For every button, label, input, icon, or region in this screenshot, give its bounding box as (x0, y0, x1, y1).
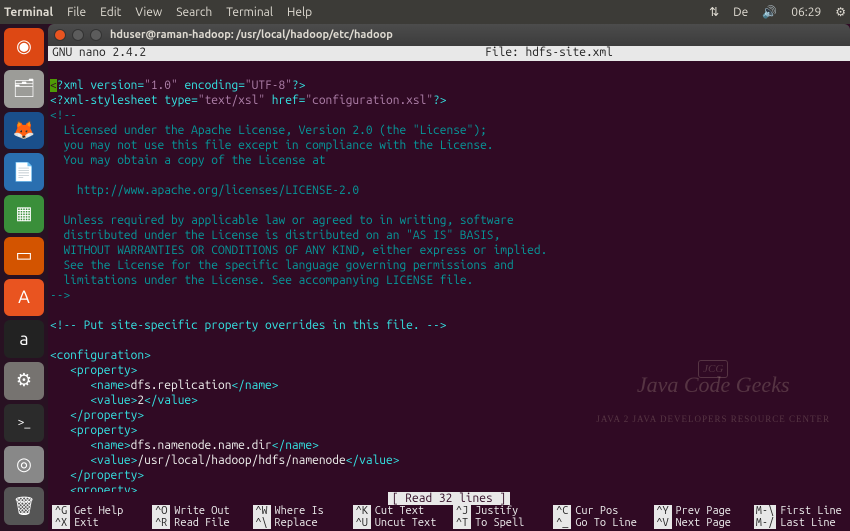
shortcut-key: M-\ (754, 505, 776, 517)
terminal-window: hduser@raman-hadoop: /usr/local/hadoop/e… (48, 24, 850, 531)
menu-terminal[interactable]: Terminal (4, 6, 53, 19)
keyboard-lang[interactable]: De (733, 6, 748, 19)
shortcut-key: ^G (52, 505, 70, 517)
shortcut-cell: ^C Cur Pos ^_ Go To Line (553, 505, 645, 529)
shortcut-label: Last Line (780, 517, 835, 529)
window-close-button[interactable] (54, 29, 66, 41)
shortcut-key: ^R (152, 517, 170, 529)
menu-terminal2[interactable]: Terminal (226, 6, 273, 19)
shortcut-label: Cut Text (375, 505, 424, 517)
shortcut-key: ^V (654, 517, 672, 529)
window-titlebar[interactable]: hduser@raman-hadoop: /usr/local/hadoop/e… (48, 24, 850, 46)
launcher-amazon[interactable]: a (4, 320, 44, 358)
shortcut-cell: ^G Get Help ^X Exit (52, 505, 144, 529)
menu-edit[interactable]: Edit (100, 6, 121, 19)
launcher-terminal[interactable]: >_ (4, 404, 44, 442)
shortcut-cell: ^W Where Is ^\ Replace (253, 505, 345, 529)
shortcut-cell: ^K Cut Text ^U Uncut Text (353, 505, 445, 529)
shortcut-key: ^O (152, 505, 170, 517)
unity-launcher: ◉ 🗂 🦊 📄 ▦ ▭ A a ⚙ >_ ◎ 🗑 (0, 24, 48, 531)
nano-shortcuts: ^G Get Help ^X Exit ^O Write Out ^R Read File ^W… (48, 505, 850, 531)
launcher-calc[interactable]: ▦ (4, 195, 44, 233)
nano-filename: File: hdfs-site.xml (252, 46, 846, 61)
menu-file[interactable]: File (67, 6, 86, 19)
nano-status: [ Read 32 lines ] (48, 492, 850, 505)
sound-icon[interactable]: 🔊 (762, 5, 777, 19)
launcher-impress[interactable]: ▭ (4, 237, 44, 275)
shortcut-label: Exit (74, 517, 99, 529)
menu-view[interactable]: View (135, 6, 162, 19)
launcher-disc[interactable]: ◎ (4, 446, 44, 484)
shortcut-label: Go To Line (575, 517, 637, 529)
shortcut-label: Where Is (275, 505, 324, 517)
shortcut-cell: ^Y Prev Page ^V Next Page (654, 505, 746, 529)
desktop-topbar: Terminal File Edit View Search Terminal … (0, 0, 850, 24)
shortcut-label: Justify (475, 505, 518, 517)
network-icon[interactable]: ⇅ (709, 5, 719, 19)
clock[interactable]: 06:29 (791, 6, 821, 19)
window-title: hduser@raman-hadoop: /usr/local/hadoop/e… (110, 29, 393, 41)
shortcut-label: Uncut Text (375, 517, 437, 529)
shortcut-cell: ^J Justify ^T To Spell (453, 505, 545, 529)
shortcut-label: Write Out (174, 505, 229, 517)
nano-version: GNU nano 2.4.2 (52, 46, 252, 61)
shortcut-key: M-/ (754, 517, 776, 529)
launcher-software[interactable]: A (4, 279, 44, 317)
shortcut-label: First Line (780, 505, 842, 517)
menu-help[interactable]: Help (287, 6, 312, 19)
launcher-trash[interactable]: 🗑 (4, 487, 44, 525)
shortcut-label: Cur Pos (575, 505, 618, 517)
shortcut-label: To Spell (475, 517, 524, 529)
launcher-firefox[interactable]: 🦊 (4, 112, 44, 150)
shortcut-cell: ^O Write Out ^R Read File (152, 505, 244, 529)
launcher-settings[interactable]: ⚙ (4, 362, 44, 400)
shortcut-key: ^\ (253, 517, 271, 529)
app-menu[interactable]: Terminal File Edit View Search Terminal … (4, 6, 312, 19)
shortcut-key: ^_ (553, 517, 571, 529)
window-maximize-button[interactable] (90, 29, 102, 41)
watermark: JCG Java Code Geeks JAVA 2 JAVA DEVELOPE… (563, 342, 830, 442)
shortcut-key: ^K (353, 505, 371, 517)
nano-header: GNU nano 2.4.2 File: hdfs-site.xml (48, 46, 850, 61)
launcher-dash[interactable]: ◉ (4, 28, 44, 66)
shortcut-cell: M-\ First Line M-/ Last Line (754, 505, 846, 529)
shortcut-key: ^X (52, 517, 70, 529)
window-minimize-button[interactable] (72, 29, 84, 41)
shortcut-key: ^J (453, 505, 471, 517)
shortcut-label: Next Page (676, 517, 731, 529)
launcher-files[interactable]: 🗂 (4, 70, 44, 108)
menu-search[interactable]: Search (176, 6, 212, 19)
launcher-writer[interactable]: 📄 (4, 153, 44, 191)
cursor: < (50, 79, 57, 92)
shortcut-label: Get Help (74, 505, 123, 517)
shortcut-label: Replace (275, 517, 318, 529)
shortcut-key: ^U (353, 517, 371, 529)
shortcut-key: ^C (553, 505, 571, 517)
shortcut-key: ^Y (654, 505, 672, 517)
shortcut-key: ^W (253, 505, 271, 517)
session-icon[interactable]: ⚙ (835, 5, 846, 19)
shortcut-key: ^T (453, 517, 471, 529)
shortcut-label: Prev Page (676, 505, 731, 517)
shortcut-label: Read File (174, 517, 229, 529)
nano-editor[interactable]: <?xml version="1.0" encoding="UTF-8"?> <… (48, 61, 850, 492)
